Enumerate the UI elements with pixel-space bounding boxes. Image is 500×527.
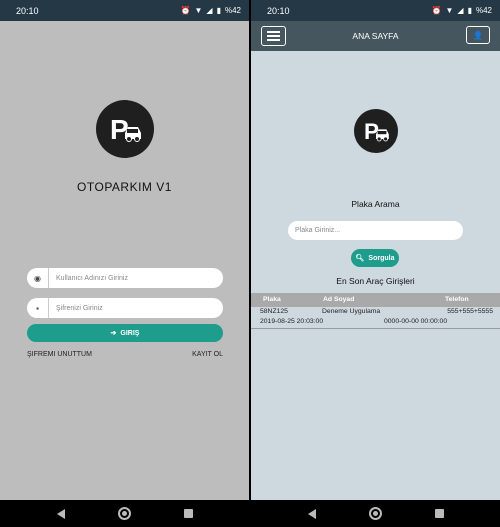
wifi-icon: ▼ <box>194 6 203 15</box>
battery-icon: ▮ <box>216 6 221 15</box>
status-icons: ⏰ ▼ ◢ ▮ %42 <box>181 6 241 15</box>
menu-icon-line <box>267 35 280 37</box>
status-bar: 20:10 ⏰ ▼ ◢ ▮ %42 <box>251 0 500 21</box>
username-field[interactable]: ◉ Kullanıcı Adınızı Giriniz <box>27 268 223 288</box>
header-phone: Telefon <box>445 296 469 303</box>
table-header: Plaka Ad Soyad Telefon <box>251 293 500 307</box>
appbar-title: ANA SAYFA <box>352 31 399 41</box>
recents-icon[interactable] <box>183 509 193 518</box>
register-link[interactable]: KAYIT OL <box>192 351 223 358</box>
battery-level: %42 <box>224 6 241 15</box>
username-placeholder: Kullanıcı Adınızı Giriniz <box>56 274 128 282</box>
plate-placeholder: Plaka Giriniz... <box>295 227 341 234</box>
recent-entries-title: En Son Araç Girişleri <box>336 276 415 286</box>
login-button-label: GIRIŞ <box>120 329 140 337</box>
cell-name: Deneme Uygulama <box>322 308 381 315</box>
signal-icon: ◢ <box>206 6 213 15</box>
app-bar: ANA SAYFA 👤 <box>251 21 500 51</box>
search-button[interactable]: 🔍︎ Sorgula <box>351 249 399 267</box>
password-placeholder: Şifrenizi Giriniz <box>56 304 103 312</box>
home-icon[interactable] <box>368 507 382 520</box>
alarm-icon: ⏰ <box>180 6 191 15</box>
login-screen: 20:10 ⏰ ▼ ◢ ▮ %42 P OTOPARKIM V1 ◉ Kulla… <box>0 0 249 527</box>
back-icon[interactable] <box>307 508 316 519</box>
svg-text:P: P <box>364 119 379 144</box>
home-icon[interactable] <box>117 507 131 520</box>
table-row[interactable]: 58NZ125 Deneme Uygulama 555+555+5555 201… <box>251 307 500 329</box>
sign-in-icon: ➔ <box>110 330 117 337</box>
table-row-line: 58NZ125 Deneme Uygulama 555+555+5555 <box>251 307 500 317</box>
system-navbar <box>0 500 249 527</box>
table-row-line: 2019-08-25 20:03:00 0000-00-00 00:00:00 <box>251 317 500 327</box>
system-navbar <box>251 500 500 527</box>
signal-icon: ◢ <box>457 6 464 15</box>
status-time: 20:10 <box>16 5 39 16</box>
menu-button[interactable] <box>261 26 286 46</box>
app-title: OTOPARKIM V1 <box>77 180 172 194</box>
profile-button[interactable]: 👤 <box>466 26 490 44</box>
cell-phone: 555+555+5555 <box>447 308 493 315</box>
parking-logo-icon: P <box>96 100 154 158</box>
user-icon: ◉ <box>27 268 49 288</box>
status-time: 20:10 <box>267 5 290 16</box>
wifi-icon: ▼ <box>445 6 454 15</box>
battery-level: %42 <box>475 6 492 15</box>
search-icon: 🔍︎ <box>355 255 365 262</box>
home-screen: 20:10 ⏰ ▼ ◢ ▮ %42 ANA SAYFA 👤 P Plaka Ar… <box>251 0 500 527</box>
user-icon: 👤 <box>473 30 483 40</box>
login-button[interactable]: ➔ GIRIŞ <box>27 324 223 342</box>
recents-icon[interactable] <box>434 509 444 518</box>
recent-entries-table: Plaka Ad Soyad Telefon 58NZ125 Deneme Uy… <box>251 293 500 329</box>
search-button-label: Sorgula <box>368 254 395 262</box>
menu-icon-line <box>267 31 280 33</box>
password-field[interactable]: ▪ Şifrenizi Giriniz <box>27 298 223 318</box>
alarm-icon: ⏰ <box>431 6 442 15</box>
status-icons: ⏰ ▼ ◢ ▮ %42 <box>432 6 492 15</box>
svg-text:P: P <box>110 114 129 145</box>
plate-search-title: Plaka Arama <box>351 199 400 209</box>
lock-icon: ▪ <box>27 298 49 318</box>
cell-entry-time: 2019-08-25 20:03:00 <box>260 318 324 325</box>
forgot-password-link[interactable]: ŞIFREMI UNUTTUM <box>27 351 92 358</box>
cell-plate: 58NZ125 <box>260 308 288 315</box>
battery-icon: ▮ <box>467 6 472 15</box>
header-name: Ad Soyad <box>323 296 355 303</box>
plate-input[interactable]: Plaka Giriniz... <box>288 221 463 240</box>
menu-icon-line <box>267 39 280 41</box>
cell-exit-time: 0000-00-00 00:00:00 <box>384 318 448 325</box>
back-icon[interactable] <box>56 508 65 519</box>
header-plate: Plaka <box>263 296 281 303</box>
status-bar: 20:10 ⏰ ▼ ◢ ▮ %42 <box>0 0 249 21</box>
parking-logo-icon: P <box>354 109 398 153</box>
